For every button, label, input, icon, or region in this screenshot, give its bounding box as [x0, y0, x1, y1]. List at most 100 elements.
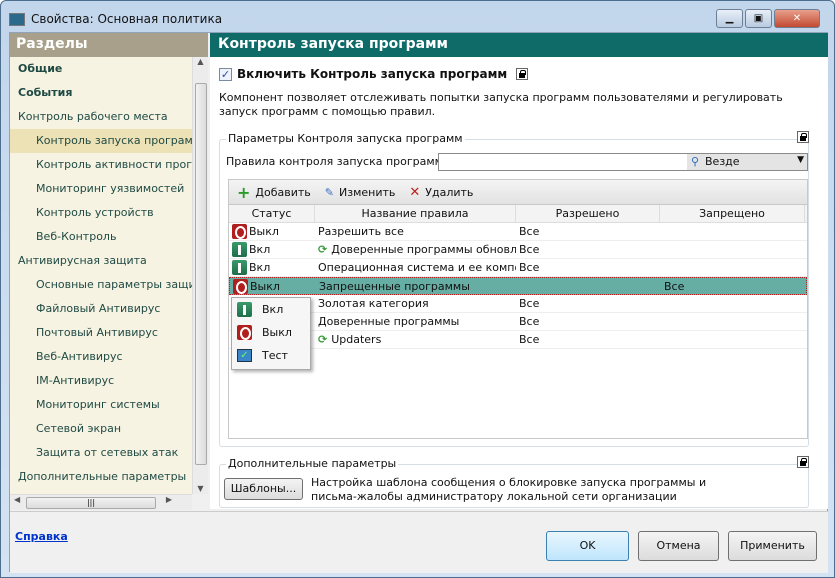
maximize-button[interactable]: ▣	[745, 9, 772, 28]
status-cell[interactable]: Вкл	[229, 241, 315, 258]
ok-button[interactable]: OK	[546, 531, 629, 561]
apply-button[interactable]: Применить	[728, 531, 817, 561]
table-header: Статус Название правила Разрешено Запрещ…	[229, 205, 807, 223]
properties-window: Свойства: Основная политика ▁ ▣ ✕ Раздел…	[0, 0, 835, 578]
sync-icon: ⟳	[318, 243, 328, 256]
allowed-cell: Все	[519, 333, 540, 346]
on-status-icon	[237, 302, 252, 317]
title-bar: Свойства: Основная политика	[9, 9, 222, 29]
delete-label: Удалить	[425, 185, 474, 199]
rule-name-cell: Запрещенные программы	[316, 278, 517, 294]
denied-cell	[660, 259, 805, 276]
rule-name-cell: ⟳ Доверенные программы обновл...	[315, 241, 516, 258]
off-status-icon	[232, 224, 247, 239]
cancel-button[interactable]: Отмена	[638, 531, 719, 561]
status-cell[interactable]: Выкл	[230, 278, 316, 294]
allowed-cell: Все	[519, 297, 540, 310]
lock-icon[interactable]	[797, 456, 809, 468]
sidebar-list: Общие События Контроль рабочего места Контр…	[10, 57, 192, 494]
sidebar-item[interactable]: Файловый Антивирус	[10, 297, 192, 321]
minimize-button[interactable]: ▁	[716, 9, 743, 28]
sidebar-item[interactable]: События	[10, 81, 192, 105]
menu-item-label: Выкл	[262, 326, 292, 339]
scroll-thumb[interactable]	[195, 83, 207, 465]
edit-button[interactable]: ✎ Изменить	[325, 186, 396, 199]
column-header[interactable]: Название правила	[315, 205, 516, 222]
sidebar-item[interactable]: Веб-Антивирус	[10, 345, 192, 369]
status-label: Вкл	[249, 261, 271, 274]
off-status-icon	[237, 325, 252, 340]
table-row[interactable]: ⟳ Updaters Все	[229, 331, 807, 349]
section-header: Контроль запуска программ	[210, 33, 828, 57]
rules-filter-select[interactable]: ⚲ Везде ▼	[438, 153, 808, 171]
rule-name: Разрешить все	[318, 225, 404, 238]
on-status-icon	[232, 260, 247, 275]
rule-name-cell: ⟳ Updaters	[315, 331, 516, 348]
rules-label: Правила контроля запуска программ:	[226, 155, 447, 168]
table-row[interactable]: Выкл Запрещенные программы Все	[229, 277, 807, 295]
sidebar-item[interactable]: Контроль устройств	[10, 201, 192, 225]
sync-icon: ⟳	[318, 333, 328, 346]
sidebar-vertical-scrollbar[interactable]: ▲ ▼	[192, 57, 208, 494]
test-monitor-icon: ✓	[237, 349, 252, 362]
menu-item-test[interactable]: ✓ Тест	[232, 344, 310, 367]
filter-value: Везде	[705, 155, 740, 168]
delete-button[interactable]: ✕ Удалить	[409, 185, 473, 200]
search-icon: ⚲	[691, 155, 700, 168]
menu-item-label: Тест	[262, 349, 288, 362]
rule-name-cell: Операционная система и ее компон...	[315, 259, 516, 276]
denied-cell	[660, 241, 805, 258]
denied-cell	[660, 331, 805, 348]
sidebar-item[interactable]: Контроль рабочего места	[10, 105, 192, 129]
sidebar-item[interactable]: Общие	[10, 57, 192, 81]
enable-checkbox[interactable]: ✓	[219, 67, 232, 81]
sidebar-item[interactable]: Почтовый Антивирус	[10, 321, 192, 345]
templates-button[interactable]: Шаблоны...	[224, 478, 303, 500]
table-row[interactable]: Выкл Разрешить все Все	[229, 223, 807, 241]
add-label: Добавить	[255, 185, 311, 199]
table-row[interactable]: Вкл Операционная система и ее компон...Вс…	[229, 259, 807, 277]
column-header[interactable]: Статус	[229, 205, 315, 222]
allowed-cell: Все	[519, 225, 540, 238]
dialog-footer: Справка OK Отмена Применить	[10, 511, 828, 573]
sidebar-item[interactable]: Основные параметры защиты	[10, 273, 192, 297]
enable-label[interactable]: Включить Контроль запуска программ	[237, 67, 507, 81]
table-row[interactable]: Золотая категория Все	[229, 295, 807, 313]
help-link[interactable]: Справка	[15, 530, 68, 543]
denied-cell	[660, 295, 805, 312]
column-header[interactable]: Разрешено	[516, 205, 660, 222]
table-row[interactable]: Доверенные программы Все	[229, 313, 807, 331]
sidebar-horizontal-scrollbar[interactable]: ◀ ||| ▶	[10, 494, 192, 510]
window-title: Свойства: Основная политика	[31, 12, 223, 26]
lock-icon[interactable]	[797, 131, 809, 143]
rule-name-cell: Разрешить все	[315, 223, 516, 240]
sidebar-item[interactable]: Защита от сетевых атак	[10, 441, 192, 465]
sidebar-item[interactable]: Мониторинг уязвимостей	[10, 177, 192, 201]
sidebar-item[interactable]: Мониторинг системы	[10, 393, 192, 417]
table-row[interactable]: Вкл ⟳ Доверенные программы обновл... Все	[229, 241, 807, 259]
sidebar-item[interactable]: Веб-Контроль	[10, 225, 192, 249]
status-cell[interactable]: Вкл	[229, 259, 315, 276]
rule-name: Золотая категория	[318, 297, 429, 310]
sidebar-item[interactable]: Антивирусная защита	[10, 249, 192, 273]
group-label: Параметры Контроля запуска программ	[226, 132, 465, 145]
scroll-thumb[interactable]: |||	[26, 497, 156, 509]
sidebar-item[interactable]: Сетевой экран	[10, 417, 192, 441]
sidebar-item[interactable]: Контроль запуска програм	[10, 129, 192, 153]
menu-item-off[interactable]: Выкл	[232, 321, 310, 344]
rule-name: Доверенные программы	[318, 315, 460, 328]
menu-item-on[interactable]: Вкл	[232, 298, 310, 321]
sidebar-item[interactable]: Дополнительные параметры	[10, 465, 192, 489]
add-button[interactable]: + Добавить	[237, 183, 311, 202]
lock-icon[interactable]	[516, 68, 529, 80]
sidebar-item[interactable]: IM-Антивирус	[10, 369, 192, 393]
allowed-cell: Все	[519, 243, 540, 256]
rules-toolbar: + Добавить ✎ Изменить ✕ Удалить	[228, 179, 808, 205]
column-header[interactable]: Запрещено	[660, 205, 805, 222]
status-cell[interactable]: Выкл	[229, 223, 315, 240]
sidebar-item[interactable]: Контроль активности програм	[10, 153, 192, 177]
delete-icon: ✕	[409, 184, 421, 200]
close-button[interactable]: ✕	[774, 9, 820, 28]
rule-name: Updaters	[331, 333, 382, 346]
denied-cell: Все	[664, 280, 685, 293]
